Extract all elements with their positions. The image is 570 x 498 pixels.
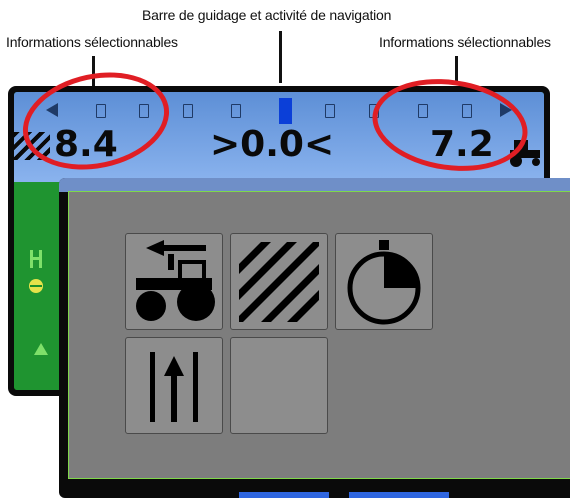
boom-status-icon: [29, 250, 43, 293]
guidance-segment: [231, 104, 241, 118]
guidance-segment: [183, 104, 193, 118]
menu-screen-header: [59, 178, 570, 192]
menu-screen-bottom-indicator: [349, 492, 449, 498]
timer-menu-tile[interactable]: [335, 233, 433, 330]
guidance-bar-annotation: Barre de guidage et activité de navigati…: [142, 7, 392, 23]
selectable-info-right-pointer: [455, 56, 458, 82]
tractor-menu-tile[interactable]: [125, 233, 223, 330]
stopwatch-icon: [347, 240, 421, 325]
coverage-menu-tile[interactable]: [230, 233, 328, 330]
tractor-arrow-left-icon: [136, 240, 215, 321]
guidance-lines-arrow-icon: [150, 352, 198, 422]
guidance-active-segment: [279, 98, 292, 124]
hatch-pattern-icon: [239, 242, 319, 322]
guidance-bar-pointer: [279, 31, 282, 83]
selectable-info-left-annotation: Informations sélectionnables: [6, 34, 178, 50]
selectable-info-right-annotation: Informations sélectionnables: [379, 34, 551, 50]
menu-screen-bottom-indicator: [239, 492, 329, 498]
menu-screen: [59, 178, 570, 498]
guidance-mode-menu-tile[interactable]: [125, 337, 223, 434]
guidance-segment: [325, 104, 335, 118]
menu-panel: [68, 191, 570, 479]
up-arrow-icon: [34, 343, 48, 355]
empty-menu-tile: [230, 337, 328, 434]
cross-track-error: >0.0<: [210, 124, 335, 165]
